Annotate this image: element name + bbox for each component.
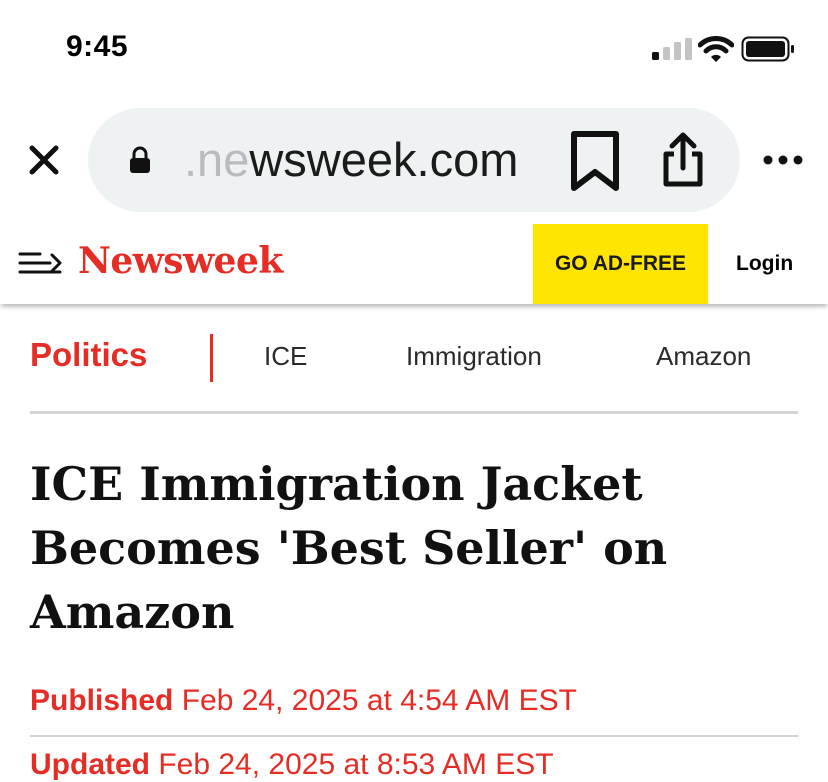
go-ad-free-button[interactable]: GO AD-FREE (533, 224, 708, 304)
share-icon[interactable] (662, 132, 704, 188)
bookmark-icon[interactable] (570, 130, 620, 192)
divider (30, 411, 798, 414)
published-date: Feb 24, 2025 at 4:54 AM EST (181, 684, 577, 717)
url-faded-part: .ne (184, 133, 250, 186)
site-header: Newsweek GO AD-FREE Login (0, 222, 828, 304)
topic-nav: Politics ICE Immigration Amazon (30, 328, 798, 386)
login-link[interactable]: Login (736, 252, 793, 276)
menu-icon[interactable] (18, 248, 62, 278)
wifi-icon (698, 36, 734, 62)
url-domain: wsweek.com (249, 133, 519, 186)
updated-date: Feb 24, 2025 at 8:53 AM EST (158, 748, 554, 781)
battery-icon (741, 36, 794, 62)
topic-immigration[interactable]: Immigration (406, 341, 542, 372)
address-bar[interactable]: .newsweek.com (88, 108, 740, 212)
newsweek-logo[interactable]: Newsweek (78, 240, 283, 282)
close-tab-button[interactable] (24, 140, 64, 180)
topic-politics[interactable]: Politics (30, 336, 147, 374)
cellular-signal-icon (652, 38, 692, 60)
article-headline: ICE Immigration Jacket Becomes 'Best Sel… (30, 457, 668, 639)
updated-label: Updated (30, 748, 150, 781)
status-time: 9:45 (66, 30, 129, 63)
topic-amazon[interactable]: Amazon (656, 341, 751, 372)
topic-divider (210, 334, 213, 382)
topic-ice[interactable]: ICE (264, 341, 307, 372)
status-bar: 9:45 (0, 0, 828, 100)
more-options-icon[interactable] (762, 150, 804, 170)
published-label: Published (30, 684, 174, 717)
published-line: Published Feb 24, 2025 at 4:54 AM EST (30, 684, 577, 718)
close-icon (29, 145, 59, 175)
lock-icon (130, 146, 150, 173)
url-text[interactable]: .newsweek.com (184, 132, 544, 188)
updated-line: Updated Feb 24, 2025 at 8:53 AM EST (30, 748, 554, 782)
divider (30, 735, 798, 737)
